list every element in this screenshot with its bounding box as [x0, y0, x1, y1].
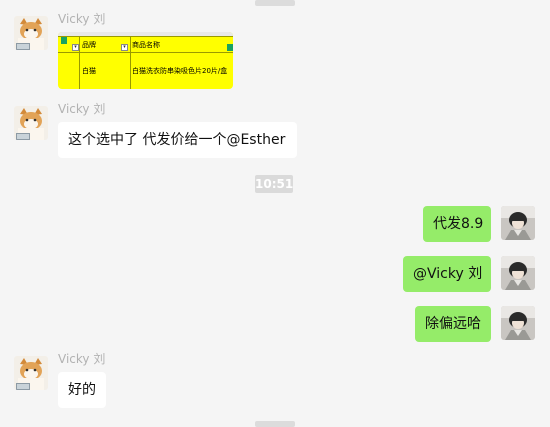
sender-name: Vicky 刘: [58, 12, 106, 26]
spreadsheet-header-brand: 品牌: [82, 41, 96, 49]
cat-avatar[interactable]: [14, 356, 48, 390]
incoming-message-bubble[interactable]: 好的: [58, 372, 106, 408]
spreadsheet-green-marker: [61, 37, 67, 44]
sender-name: Vicky 刘: [58, 352, 106, 366]
person-avatar[interactable]: [501, 256, 535, 290]
sender-name: Vicky 刘: [58, 102, 106, 116]
outgoing-message-bubble[interactable]: @Vicky 刘: [403, 256, 491, 292]
image-message-spreadsheet[interactable]: 品牌 ▾ 商品名称 ▾ 白猫 白猫洗衣防串染吸色片20片/盒: [58, 32, 233, 89]
cat-avatar[interactable]: [14, 106, 48, 140]
outgoing-message-bubble[interactable]: 除偏远哈: [415, 306, 491, 342]
outgoing-message-bubble[interactable]: 代发8.9: [423, 206, 491, 242]
filter-dropdown-icon: ▾: [72, 44, 79, 51]
filter-dropdown-icon: ▾: [121, 44, 128, 51]
spreadsheet-cell-brand: 白猫: [82, 67, 96, 75]
spreadsheet-cell-product: 白猫洗衣防串染吸色片20片/盒: [132, 67, 228, 75]
spreadsheet-col-divider: [79, 36, 80, 89]
person-avatar[interactable]: [501, 306, 535, 340]
time-divider: 10:51: [255, 175, 294, 193]
spreadsheet-row-divider: [58, 52, 233, 53]
cropped-time-pill-bottom: [255, 421, 295, 427]
person-avatar[interactable]: [501, 206, 535, 240]
filter-active-icon: [227, 44, 233, 51]
spreadsheet-col-divider: [130, 36, 131, 89]
spreadsheet-header-divider: [58, 36, 233, 37]
spreadsheet-header-product-name: 商品名称: [132, 41, 160, 49]
incoming-message-bubble[interactable]: 这个选中了 代发价给一个@Esther: [58, 122, 297, 158]
cropped-time-pill-top: [255, 0, 295, 6]
cat-avatar[interactable]: [14, 16, 48, 50]
